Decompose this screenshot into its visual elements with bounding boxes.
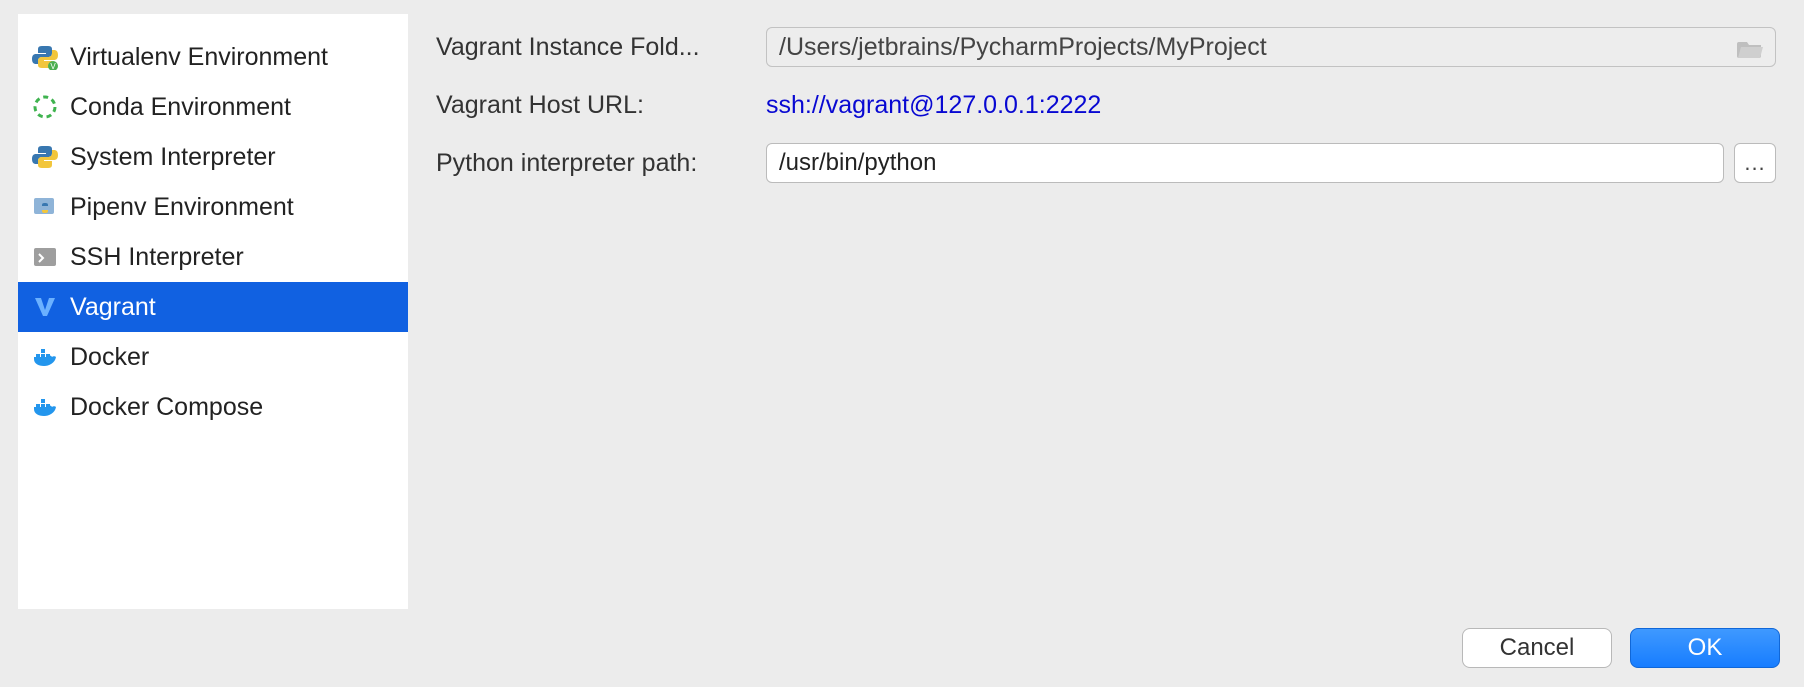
ssh-terminal-icon: [32, 244, 58, 270]
host-url-link[interactable]: ssh://vagrant@127.0.0.1:2222: [766, 91, 1101, 120]
python-icon: [32, 144, 58, 170]
ok-button[interactable]: OK: [1630, 628, 1780, 668]
sidebar-item-label: Pipenv Environment: [70, 193, 294, 222]
host-url-label: Vagrant Host URL:: [436, 91, 766, 120]
sidebar-item-label: SSH Interpreter: [70, 243, 244, 272]
docker-icon: [32, 344, 58, 370]
sidebar-item-label: Vagrant: [70, 293, 156, 322]
dialog-footer: Cancel OK: [0, 623, 1804, 687]
sidebar-item-label: System Interpreter: [70, 143, 276, 172]
conda-icon: [32, 94, 58, 120]
sidebar-item-system[interactable]: System Interpreter: [18, 132, 408, 182]
sidebar-item-label: Docker Compose: [70, 393, 263, 422]
cancel-button[interactable]: Cancel: [1462, 628, 1612, 668]
sidebar-item-label: Docker: [70, 343, 149, 372]
sidebar-item-docker-compose[interactable]: Docker Compose: [18, 382, 408, 432]
sidebar-item-conda[interactable]: Conda Environment: [18, 82, 408, 132]
sidebar-item-ssh[interactable]: SSH Interpreter: [18, 232, 408, 282]
instance-folder-field[interactable]: /Users/jetbrains/PycharmProjects/MyProje…: [766, 27, 1776, 67]
sidebar-item-label: Conda Environment: [70, 93, 291, 122]
vagrant-settings-panel: Vagrant Instance Fold... /Users/jetbrain…: [408, 0, 1804, 623]
svg-text:V: V: [50, 62, 56, 70]
python-virtualenv-icon: V: [32, 44, 58, 70]
interpreter-type-sidebar: V Virtualenv Environment Conda Environme…: [18, 14, 408, 609]
docker-compose-icon: [32, 394, 58, 420]
sidebar-item-docker[interactable]: Docker: [18, 332, 408, 382]
vagrant-icon: [32, 294, 58, 320]
folder-open-icon[interactable]: [1737, 37, 1763, 57]
sidebar-item-virtualenv[interactable]: V Virtualenv Environment: [18, 32, 408, 82]
instance-folder-label: Vagrant Instance Fold...: [436, 33, 766, 62]
sidebar-item-vagrant[interactable]: Vagrant: [18, 282, 408, 332]
sidebar-item-label: Virtualenv Environment: [70, 43, 328, 72]
interpreter-path-label: Python interpreter path:: [436, 149, 766, 178]
interpreter-path-browse-button[interactable]: ...: [1734, 143, 1776, 183]
instance-folder-value: /Users/jetbrains/PycharmProjects/MyProje…: [779, 33, 1267, 62]
sidebar-item-pipenv[interactable]: Pipenv Environment: [18, 182, 408, 232]
pipenv-icon: [32, 194, 58, 220]
interpreter-path-input[interactable]: [766, 143, 1724, 183]
